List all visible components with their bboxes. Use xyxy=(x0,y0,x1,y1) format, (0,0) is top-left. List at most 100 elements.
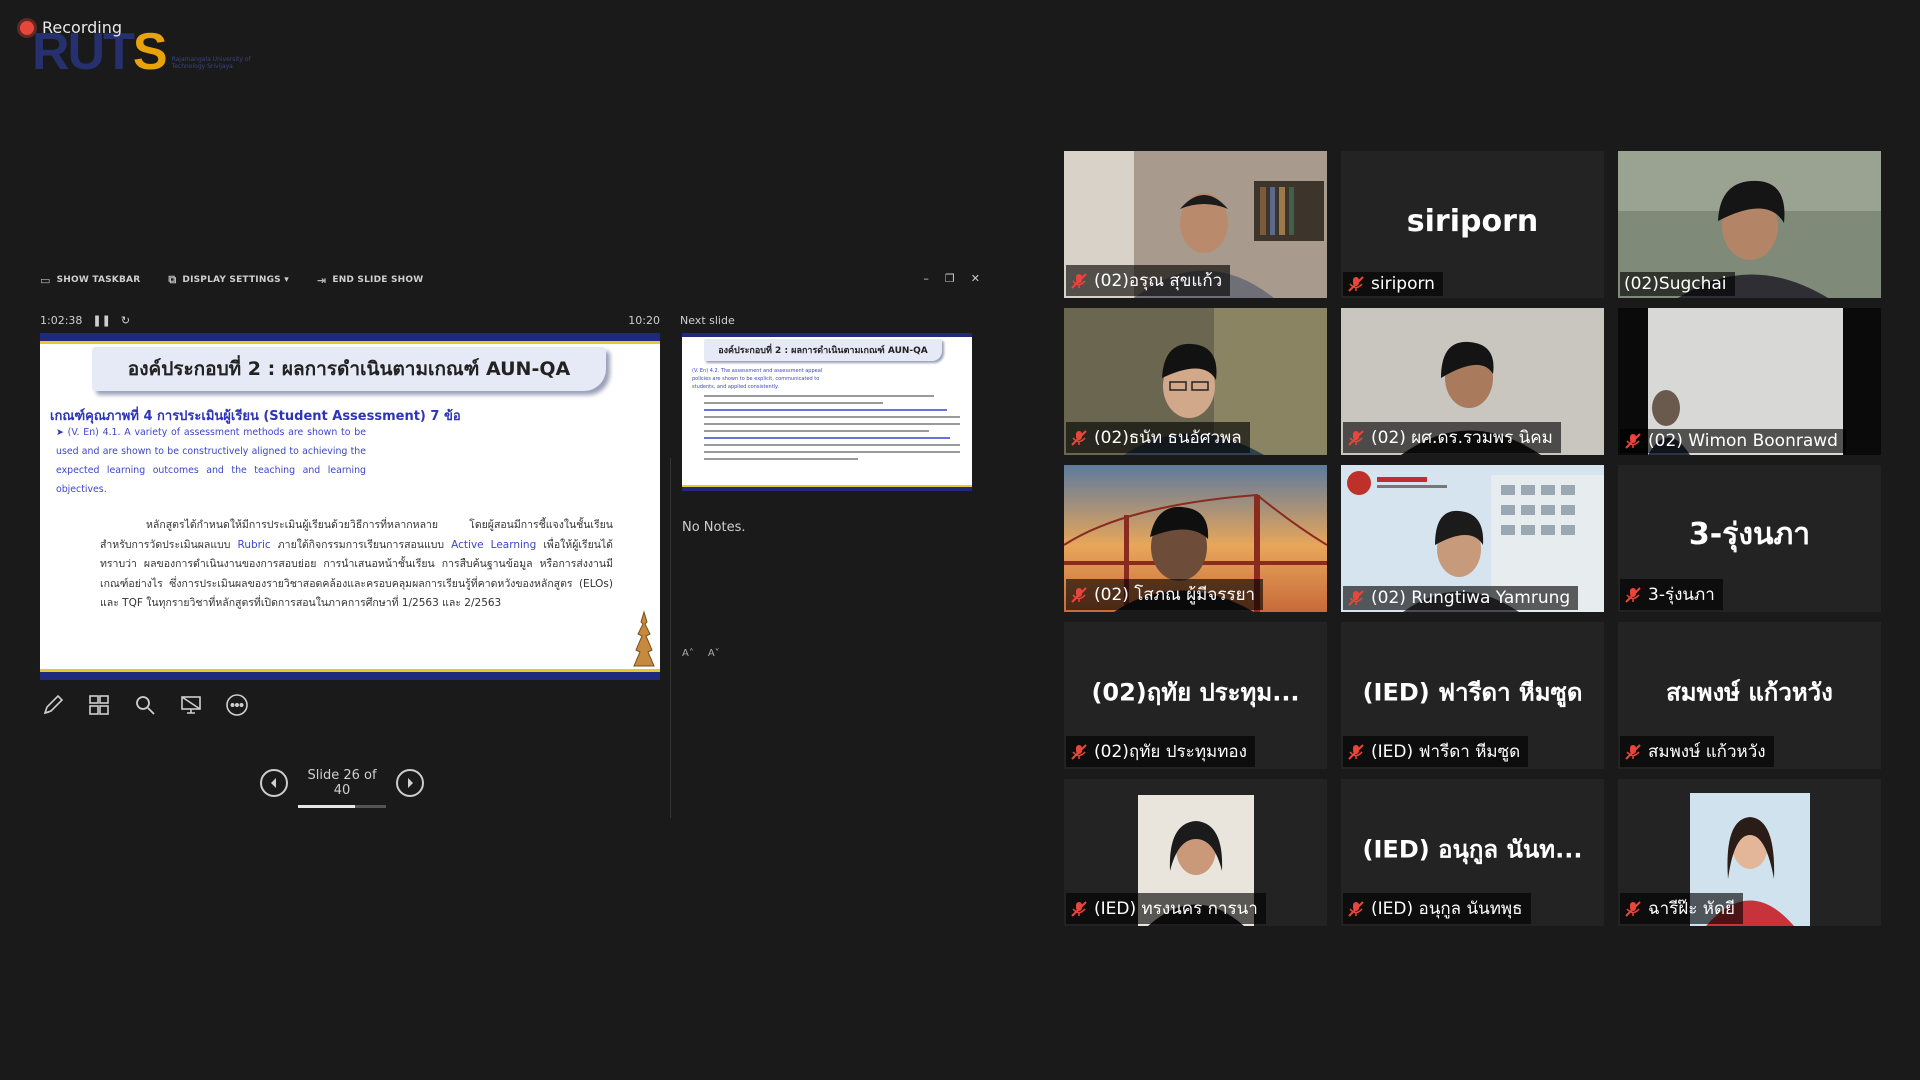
next-slide-button[interactable] xyxy=(396,769,424,797)
participant-name: (02) Rungtiwa Yamrung xyxy=(1371,588,1571,608)
participant-name: (02)Sugchai xyxy=(1624,274,1727,294)
recording-label: Recording xyxy=(42,18,123,37)
participant-tile[interactable]: สมพงษ์ แก้วหวัง สมพงษ์ แก้วหวัง xyxy=(1618,622,1881,769)
participant-tile[interactable]: (02) โสภณ ผู้มีจรรยา xyxy=(1064,465,1327,612)
participant-tile[interactable]: (02) Rungtiwa Yamrung xyxy=(1341,465,1604,612)
participant-name: (IED) ทรงนคร การนา xyxy=(1094,899,1258,919)
thai-ornament-icon xyxy=(633,610,655,667)
muted-mic-icon xyxy=(1348,743,1364,760)
participant-name: siriporn xyxy=(1371,274,1435,294)
previous-slide-button[interactable] xyxy=(260,769,288,797)
next-slide-thumbnail[interactable]: องค์ประกอบที่ 2 : ผลการดำเนินตามเกณฑ์ AU… xyxy=(682,333,972,491)
presenter-view: ▭ SHOW TASKBAR ⧉ DISPLAY SETTINGS ▾ ⇥ EN… xyxy=(30,258,980,818)
participant-tile[interactable]: ฉารีฝ๊ะ หัดยี xyxy=(1618,779,1881,926)
participant-tile[interactable]: (02) ผศ.ดร.รวมพร นิคม xyxy=(1341,308,1604,455)
display-icon: ⧉ xyxy=(168,273,177,286)
participant-tile[interactable]: (02)ธนัท ธนอัศวพล xyxy=(1064,308,1327,455)
participant-tile[interactable]: (02)ฤทัย ประทุม... (02)ฤทัย ประทุมทอง xyxy=(1064,622,1327,769)
close-icon[interactable]: ✕ xyxy=(971,272,980,285)
slide-counter: Slide 26 of 40 xyxy=(298,768,386,808)
participant-tile[interactable]: (02)อรุณ สุขแก้ว xyxy=(1064,151,1327,298)
timer-row: 1:02:38 ❚❚ ↻ 10:20 xyxy=(40,314,660,327)
muted-mic-icon xyxy=(1625,586,1641,603)
slide-title: องค์ประกอบที่ 2 : ผลการดำเนินตามเกณฑ์ AU… xyxy=(127,358,571,380)
slide-progress-bar xyxy=(298,805,386,808)
muted-mic-icon xyxy=(1071,900,1087,917)
next-slide-title: องค์ประกอบที่ 2 : ผลการดำเนินตามเกณฑ์ AU… xyxy=(718,346,928,356)
participant-display-name: (IED) อนุกูล นันท... xyxy=(1362,835,1583,864)
pause-timer-icon[interactable]: ❚❚ xyxy=(92,314,110,327)
clock: 10:20 xyxy=(628,314,660,327)
notes-font-controls: A˄ A˅ xyxy=(682,648,720,659)
more-options-icon[interactable] xyxy=(224,692,250,718)
elapsed-timer: 1:02:38 xyxy=(40,314,83,327)
restore-icon[interactable]: ❐ xyxy=(945,272,955,285)
next-slide-body xyxy=(704,395,960,465)
end-slide-show-button[interactable]: ⇥ END SLIDE SHOW xyxy=(317,274,423,287)
participant-tile[interactable]: (02) Wimon Boonrawd xyxy=(1618,308,1881,455)
window-controls: – ❐ ✕ xyxy=(923,272,980,285)
pen-tool-icon[interactable] xyxy=(40,692,66,718)
participant-name: (02) Wimon Boonrawd xyxy=(1648,431,1838,451)
chevron-left-icon xyxy=(271,778,276,788)
participant-name: ฉารีฝ๊ะ หัดยี xyxy=(1648,899,1735,919)
muted-mic-icon xyxy=(1071,586,1087,603)
next-slide-english-text: (V. En) 4.2. The assessment and assessme… xyxy=(692,368,823,390)
participant-name: (IED) ฟารีดา หีมซูด xyxy=(1371,742,1521,762)
participant-tile[interactable]: 3-รุ่งนภา 3-รุ่งนภา xyxy=(1618,465,1881,612)
muted-mic-icon xyxy=(1348,900,1364,917)
presenter-toolbar: ▭ SHOW TASKBAR ⧉ DISPLAY SETTINGS ▾ ⇥ EN… xyxy=(40,272,980,288)
muted-mic-icon xyxy=(1625,433,1641,449)
muted-mic-icon xyxy=(1348,276,1364,292)
slide-progress-fill xyxy=(298,805,356,808)
participant-display-name: (IED) ฟารีดา หีมซูด xyxy=(1362,678,1583,707)
participant-display-name: สมพงษ์ แก้วหวัง xyxy=(1666,678,1833,707)
chevron-right-icon xyxy=(408,778,413,788)
muted-mic-icon xyxy=(1071,743,1087,760)
display-settings-button[interactable]: ⧉ DISPLAY SETTINGS ▾ xyxy=(168,273,289,287)
muted-mic-icon xyxy=(1071,272,1087,289)
participant-name: (IED) อนุกูล นันทพุธ xyxy=(1371,899,1523,919)
taskbar-icon: ▭ xyxy=(40,273,51,287)
bullet-arrow-icon: ➤ xyxy=(56,427,68,438)
increase-font-icon[interactable]: A˄ xyxy=(682,648,694,659)
participant-tile[interactable]: siriporn siriporn xyxy=(1341,151,1604,298)
participant-tile[interactable]: (IED) ฟารีดา หีมซูด (IED) ฟารีดา หีมซูด xyxy=(1341,622,1604,769)
logo-accent: S xyxy=(132,23,168,81)
participant-name: (02)อรุณ สุขแก้ว xyxy=(1094,271,1223,291)
recording-indicator: Recording xyxy=(20,18,122,37)
participant-name: 3-รุ่งนภา xyxy=(1648,585,1715,605)
muted-mic-icon xyxy=(1625,743,1641,760)
recording-dot-icon xyxy=(20,20,34,35)
participant-name: (02) ผศ.ดร.รวมพร นิคม xyxy=(1371,428,1553,448)
participant-tile[interactable]: (IED) อนุกูล นันท... (IED) อนุกูล นันทพุ… xyxy=(1341,779,1604,926)
minimize-icon[interactable]: – xyxy=(923,272,929,285)
see-all-slides-icon[interactable] xyxy=(86,692,112,718)
end-show-icon: ⇥ xyxy=(316,273,327,287)
next-slide-label: Next slide xyxy=(680,314,735,327)
participant-display-name: siriporn xyxy=(1406,203,1539,239)
participant-display-name: 3-รุ่งนภา xyxy=(1688,516,1811,552)
slide-title-box: องค์ประกอบที่ 2 : ผลการดำเนินตามเกณฑ์ AU… xyxy=(92,347,606,391)
participant-display-name: (02)ฤทัย ประทุม... xyxy=(1091,678,1300,707)
zoom-icon[interactable] xyxy=(132,692,158,718)
speaker-notes: No Notes. xyxy=(682,520,746,535)
restart-timer-icon[interactable]: ↻ xyxy=(121,314,130,327)
slide-english-text: (V. En) 4.1. A variety of assessment met… xyxy=(56,427,366,495)
decrease-font-icon[interactable]: A˅ xyxy=(708,648,720,659)
participant-name: (02)ธนัท ธนอัศวพล xyxy=(1094,428,1242,448)
participant-name: สมพงษ์ แก้วหวัง xyxy=(1648,742,1766,762)
participant-tile-active-speaker[interactable]: (02)Sugchai xyxy=(1618,151,1881,298)
slide-navigation: Slide 26 of 40 xyxy=(260,768,424,808)
black-screen-icon[interactable] xyxy=(178,692,204,718)
logo-tagline: Rajamangala University of Technology Sri… xyxy=(171,55,251,70)
participant-tile[interactable]: (IED) ทรงนคร การนา xyxy=(1064,779,1327,926)
muted-mic-icon xyxy=(1348,590,1364,606)
current-slide: องค์ประกอบที่ 2 : ผลการดำเนินตามเกณฑ์ AU… xyxy=(40,333,660,680)
participant-gallery: (02)อรุณ สุขแก้ว siriporn siriporn (02)S… xyxy=(1064,151,1881,929)
slide-thai-paragraph: หลักสูตรได้กำหนดให้มีการประเมินผู้เรียนด… xyxy=(100,519,614,610)
muted-mic-icon xyxy=(1071,429,1087,446)
show-taskbar-button[interactable]: ▭ SHOW TASKBAR xyxy=(40,274,140,287)
participant-name: (02) โสภณ ผู้มีจรรยา xyxy=(1094,585,1256,605)
presenter-tools xyxy=(40,692,250,718)
